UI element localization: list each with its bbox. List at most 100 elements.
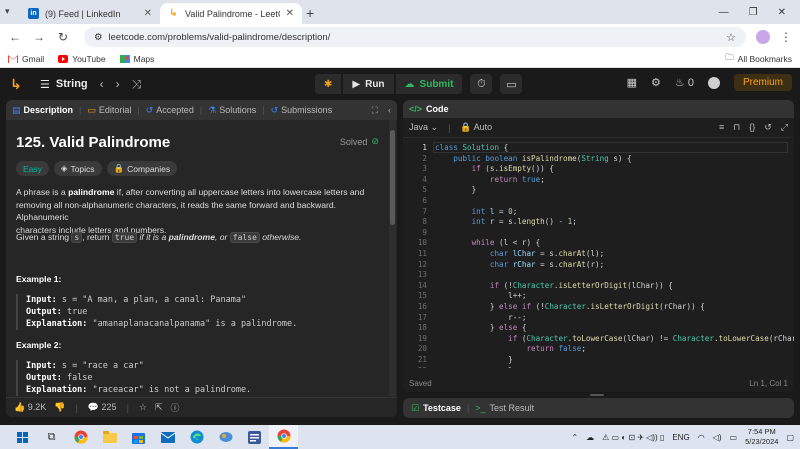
code-line[interactable]: 15 l++;	[403, 291, 794, 302]
code-line[interactable]: 3 if (s.isEmpty()) {	[403, 164, 794, 175]
tab-test-result[interactable]: >_ Test Result	[475, 403, 534, 413]
help-icon[interactable]: ⓘ	[171, 401, 180, 414]
clock[interactable]: 7:54 PM 5/23/2024	[745, 427, 778, 447]
restore-icon[interactable]: ❐	[749, 7, 758, 18]
cloud-icon[interactable]: ☁	[586, 433, 594, 442]
taskbar-store[interactable]	[124, 425, 153, 449]
code-line[interactable]: 4 return true;	[403, 175, 794, 186]
browser-tab-leetcode[interactable]: ↳ Valid Palindrome - LeetCode ✕	[160, 3, 302, 24]
leetcode-logo-icon[interactable]: ↳	[10, 76, 30, 93]
bookmark-maps[interactable]: Maps	[119, 54, 154, 64]
code-line[interactable]: 1 class Solution {	[403, 143, 794, 154]
code-line[interactable]: 6	[403, 196, 794, 207]
code-line[interactable]: 11 char lChar = s.charAt(l);	[403, 249, 794, 260]
reset-icon[interactable]: ↺	[764, 122, 772, 133]
run-button[interactable]: ▶ Run	[343, 74, 394, 94]
companies-tag[interactable]: 🔒 Companies	[106, 161, 178, 176]
minimize-icon[interactable]: —	[719, 7, 729, 18]
forward-icon[interactable]: →	[32, 30, 46, 44]
tab-accepted[interactable]: ↺ Accepted	[146, 105, 194, 116]
new-tab-button[interactable]: +	[306, 5, 314, 21]
problem-title[interactable]: 125. Valid Palindrome	[16, 134, 170, 151]
maximize-icon[interactable]: ⛶	[372, 105, 378, 116]
tab-submissions[interactable]: ↺ Submissions	[271, 105, 333, 116]
dislike-button[interactable]: 👎	[54, 402, 65, 413]
taskbar-chrome[interactable]	[66, 425, 95, 449]
language-select[interactable]: Java ⌄	[409, 122, 438, 133]
problem-list-button[interactable]: ☰ String	[40, 78, 88, 91]
share-icon[interactable]: ⇱	[155, 402, 163, 413]
system-icons[interactable]: ⚠ ▭ ◐ ⊡ ✈ ◁)) ▯	[602, 433, 664, 442]
code-line[interactable]: 10 while (l < r) {	[403, 238, 794, 249]
reload-icon[interactable]: ↻	[56, 30, 70, 44]
taskbar-app-1[interactable]	[211, 425, 240, 449]
code-line[interactable]: 19 if (Character.toLowerCase(lChar) != C…	[403, 334, 794, 345]
description-scrollbar[interactable]	[389, 120, 396, 396]
topics-tag[interactable]: ◈ Topics	[53, 161, 102, 176]
tab-testcase[interactable]: ☑ Testcase	[411, 403, 461, 414]
next-problem-icon[interactable]: ›	[116, 77, 120, 91]
browser-tab-linkedin[interactable]: in (9) Feed | LinkedIn ✕	[20, 3, 160, 24]
code-line[interactable]: 7 int l = 0;	[403, 207, 794, 218]
layout-icon[interactable]: ▦	[627, 76, 637, 89]
comments-button[interactable]: 💬 225	[88, 402, 117, 413]
streak-counter[interactable]: ♨ 0	[675, 76, 694, 89]
taskbar-mail[interactable]	[153, 425, 182, 449]
code-line[interactable]: 5 }	[403, 185, 794, 196]
close-tab-icon[interactable]: ✕	[286, 8, 294, 19]
battery-icon[interactable]: ▭	[730, 433, 738, 442]
tab-editorial[interactable]: ▭ Editorial	[87, 105, 131, 116]
code-line[interactable]: 14 if (!Character.isLetterOrDigit(lChar)…	[403, 281, 794, 292]
auto-mode-toggle[interactable]: 🔒 Auto	[460, 122, 492, 133]
code-line[interactable]: 8 int r = s.length() - 1;	[403, 217, 794, 228]
code-line[interactable]: 12 char rChar = s.charAt(r);	[403, 260, 794, 271]
taskbar-app-2[interactable]	[240, 425, 269, 449]
collapse-icon[interactable]: ‹	[388, 105, 391, 116]
code-line[interactable]: 22 l++;	[403, 366, 794, 368]
chevron-up-icon[interactable]: ⌃	[571, 433, 578, 442]
all-bookmarks-button[interactable]: 🗀 All Bookmarks	[725, 52, 792, 66]
shuffle-icon[interactable]: ⤨	[132, 77, 142, 92]
code-editor[interactable]: 1 class Solution {2 public boolean isPali…	[403, 140, 794, 368]
format-icon[interactable]: ≡	[719, 122, 724, 133]
panel-resize-handle[interactable]	[590, 394, 604, 396]
user-avatar[interactable]	[707, 76, 720, 89]
bookmark-star-icon[interactable]: ☆	[726, 31, 736, 44]
code-line[interactable]: 13	[403, 270, 794, 281]
fullscreen-icon[interactable]: ⤢	[781, 122, 788, 133]
notes-button[interactable]: ▭	[500, 74, 523, 94]
tab-search-icon[interactable]: ▾	[5, 6, 10, 17]
profile-avatar[interactable]	[756, 30, 770, 44]
code-line[interactable]: 21 }	[403, 355, 794, 366]
submit-button[interactable]: ☁ Submit	[395, 74, 463, 94]
code-line[interactable]: 9	[403, 228, 794, 239]
close-window-icon[interactable]: ✕	[778, 7, 786, 18]
code-line[interactable]: 17 r--;	[403, 313, 794, 324]
site-info-icon[interactable]: ⚙	[94, 32, 103, 43]
bookmark-youtube[interactable]: YouTube	[58, 54, 106, 64]
taskbar-file-explorer[interactable]	[95, 425, 124, 449]
code-line[interactable]: 16 } else if (!Character.isLetterOrDigit…	[403, 302, 794, 313]
taskbar-chrome-active[interactable]	[269, 425, 298, 449]
volume-icon[interactable]: ◁)	[713, 433, 722, 442]
star-icon[interactable]: ☆	[139, 402, 147, 413]
code-line[interactable]: 20 return false;	[403, 344, 794, 355]
input-language[interactable]: ENG	[672, 433, 689, 442]
notification-icon[interactable]: ▢	[786, 433, 794, 442]
task-view-button[interactable]: ⧉	[37, 425, 66, 449]
close-tab-icon[interactable]: ✕	[144, 8, 152, 19]
bookmark-icon[interactable]: ⊓	[733, 122, 740, 133]
wifi-icon[interactable]: ◠	[698, 433, 705, 442]
settings-icon[interactable]: ⚙	[651, 76, 661, 89]
prev-problem-icon[interactable]: ‹	[100, 77, 104, 91]
code-line[interactable]: 18 } else {	[403, 323, 794, 334]
tab-solutions[interactable]: ⚗ Solutions	[208, 105, 256, 116]
debug-button[interactable]: ✱	[315, 74, 342, 94]
browser-menu-icon[interactable]: ⋮	[780, 30, 792, 44]
bookmark-gmail[interactable]: Gmail	[8, 54, 44, 64]
scrollbar-thumb[interactable]	[390, 130, 395, 225]
premium-button[interactable]: Premium	[733, 74, 792, 91]
back-icon[interactable]: ←	[8, 30, 22, 44]
like-button[interactable]: 👍 9.2K	[14, 402, 46, 413]
timer-button[interactable]: ⏱	[470, 74, 493, 94]
